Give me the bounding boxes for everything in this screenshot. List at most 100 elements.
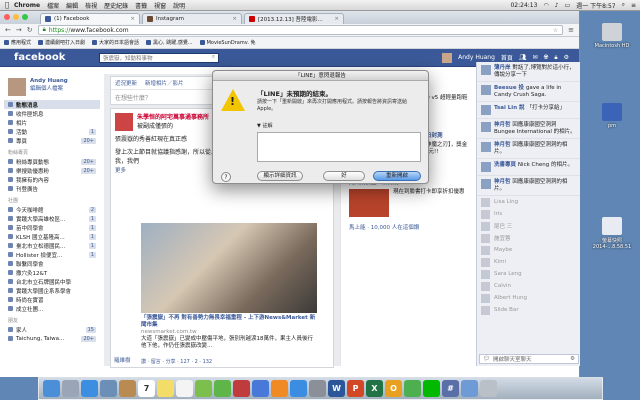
sidebar-item[interactable]: 時尚在實習 xyxy=(4,295,100,304)
sidebar-item[interactable]: 專頁 20+ xyxy=(4,136,100,145)
sidebar-item[interactable]: 今天咖啡館 2 xyxy=(4,205,100,214)
sidebar-item[interactable]: 活動 1 xyxy=(4,127,100,136)
tab-video[interactable]: [2013.12.13] 吾陸電影... × xyxy=(244,13,344,24)
sidebar-item[interactable]: 成立社團... xyxy=(4,304,100,313)
ticker-item[interactable]: 神月哲 回應康康國空洞洞的相片。 xyxy=(477,139,580,159)
chat-buddy[interactable]: Lisa Ling xyxy=(477,196,580,208)
menu-edit[interactable]: 編輯 xyxy=(66,1,78,10)
zoom-window-icon[interactable] xyxy=(22,14,28,20)
ticker-item[interactable]: Tsai Lin 說 「打卡分享給」 xyxy=(477,102,580,119)
bookmark-3[interactable]: 黑心, 跳躍,感覺... xyxy=(146,39,193,46)
sidebar-item[interactable]: 撒穴灸12&T xyxy=(4,268,100,277)
dock-calendar-icon[interactable]: 7 xyxy=(138,380,155,397)
tab-facebook[interactable]: (1) Facebook × xyxy=(40,13,140,24)
sidebar-item[interactable]: 我擁有的內容 xyxy=(4,175,100,184)
see-more-link[interactable]: 更多 xyxy=(115,168,126,174)
menu-history[interactable]: 歷史紀錄 xyxy=(104,1,128,10)
dock-preferences-icon[interactable] xyxy=(309,380,326,397)
wifi-icon[interactable]: ◠ xyxy=(543,2,548,9)
story-author[interactable]: 朱學恒的阿宅萬事通事務所 xyxy=(137,114,209,121)
menu-file[interactable]: 檔案 xyxy=(47,1,59,10)
desktop-icon-pm[interactable]: pm xyxy=(590,103,634,129)
spotlight-icon[interactable]: ⌕ xyxy=(622,1,625,9)
chat-buddy[interactable]: Slide Bar xyxy=(477,304,580,316)
ticker-item[interactable]: Beesue 投 gave a life in Candy Crush Saga… xyxy=(477,82,580,102)
sidebar-item[interactable]: 相片 xyxy=(4,118,100,127)
ok-button[interactable]: 好 xyxy=(323,171,365,181)
lock-icon[interactable]: 🔒︎ xyxy=(554,54,557,62)
story-actions[interactable]: 讚 · 留言 · 分享 · 127 · 2 · 132 xyxy=(141,358,212,365)
bookmark-apps[interactable]: 應用程式 xyxy=(4,39,31,46)
dock-messages-icon[interactable] xyxy=(195,380,212,397)
story-photo[interactable] xyxy=(141,223,317,313)
bookmark-2[interactable]: 大家的日本語會話 xyxy=(92,39,139,46)
sidebar-item[interactable]: 動態消息 xyxy=(4,100,100,109)
dock-safari-icon[interactable] xyxy=(81,380,98,397)
volume-icon[interactable]: ♪ xyxy=(555,2,559,9)
chat-buddy[interactable]: Iris xyxy=(477,208,580,220)
profile-picture[interactable] xyxy=(8,78,26,96)
sidebar-item[interactable]: 實踐大學國企系系學會 xyxy=(4,286,100,295)
dock-finder-icon[interactable] xyxy=(43,380,60,397)
sidebar-item[interactable]: 收件匣訊息 xyxy=(4,109,100,118)
likes-line[interactable]: 馬上能 · 10,000 人在這個讚 xyxy=(341,221,476,233)
dock-facetime-icon[interactable] xyxy=(214,380,231,397)
dock-contacts-icon[interactable] xyxy=(119,380,136,397)
dock-line-icon[interactable] xyxy=(423,380,440,397)
chat-buddy[interactable]: Kimi xyxy=(477,256,580,268)
ticker-item[interactable]: 神月哲 回應康康國空洞洞 Bungee International 的相片。 xyxy=(477,119,580,139)
minimize-window-icon[interactable] xyxy=(13,14,19,20)
chat-buddy[interactable]: Maybe xyxy=(477,244,580,256)
menu-help[interactable]: 說明 xyxy=(173,1,185,10)
facebook-logo[interactable]: facebook xyxy=(14,52,99,63)
back-icon[interactable]: ← xyxy=(5,26,11,34)
status-update-tab[interactable]: 近況更新 xyxy=(115,79,137,87)
home-link[interactable]: 首頁 xyxy=(501,53,513,62)
avatar[interactable] xyxy=(442,52,453,63)
chat-buddy[interactable]: Albert Hung xyxy=(477,292,580,304)
list-icon[interactable]: ≡ xyxy=(631,2,636,9)
notifications-icon[interactable]: 🌐︎ xyxy=(544,54,549,62)
sidebar-item[interactable]: 粉絲專頁動態 20+ xyxy=(4,157,100,166)
menu-window[interactable]: 視窗 xyxy=(154,1,166,10)
search-input[interactable]: 張震嶽，知動和事物 ⌕ xyxy=(99,52,219,63)
chat-buddy[interactable]: Calvin xyxy=(477,280,580,292)
dialog-title-bar[interactable]: 「LINE」意閃退報告 xyxy=(213,71,428,81)
reload-icon[interactable]: ↻ xyxy=(27,26,33,34)
help-icon[interactable]: ? xyxy=(221,172,231,182)
chat-buddy[interactable]: 施宜蓉 xyxy=(477,232,580,244)
add-photo-tab[interactable]: 新增相片／影片 xyxy=(145,79,184,87)
dock-photobooth-icon[interactable] xyxy=(233,380,250,397)
star-icon[interactable]: ☆ xyxy=(553,27,558,34)
sidebar-item[interactable]: 臺北市立松德國民... 1 xyxy=(4,241,100,250)
dock-powerpoint-icon[interactable]: P xyxy=(347,380,364,397)
sidebar-item[interactable]: 家人 15 xyxy=(4,325,100,334)
show-details-button[interactable]: 顯示詳細資訊 xyxy=(257,171,303,181)
tab-instagram[interactable]: Instagram × xyxy=(142,13,242,24)
menu-bookmarks[interactable]: 書籤 xyxy=(135,1,147,10)
dock-launchpad-icon[interactable] xyxy=(62,380,79,397)
desktop-icon-macintosh-hd[interactable]: Macintosh HD xyxy=(590,23,634,49)
dock-folder-icon[interactable] xyxy=(461,380,478,397)
dock-notes-icon[interactable] xyxy=(157,380,174,397)
search-icon[interactable]: ⌕ xyxy=(212,54,215,61)
close-window-icon[interactable] xyxy=(4,14,10,20)
menu-app-chrome[interactable]: Chrome xyxy=(14,2,40,9)
sidebar-item[interactable]: 苗中同學會 1 xyxy=(4,223,100,232)
ticker-item[interactable]: 洗書專頁 Nick Cheng 的相片。 xyxy=(477,159,580,176)
messages-icon[interactable]: ✉︎ xyxy=(533,54,538,61)
battery-icon[interactable]: ▭ xyxy=(565,2,571,9)
close-tab-icon[interactable]: × xyxy=(334,16,339,22)
bookmark-4[interactable]: MovieSunDramv. 免 xyxy=(199,39,256,46)
apple-icon[interactable]:  xyxy=(0,1,14,9)
link-caption[interactable]: 「張震嶽」不再 對有善勢力無畏幸福重程 - 上下游News&Market 新聞市… xyxy=(141,315,317,350)
comments-disclosure[interactable]: ▼ 註解 xyxy=(257,122,272,129)
chat-search-input[interactable]: 💬︎ 開啟聊天室聊天 ⚙︎ xyxy=(479,354,579,364)
chat-buddy[interactable]: 尾巴 三 xyxy=(477,220,580,232)
menu-view[interactable]: 檢視 xyxy=(85,1,97,10)
sidebar-item[interactable]: 實踐大學高雄校區... 1 xyxy=(4,214,100,223)
ticker-item[interactable]: 薄丹岸 對話了,博覽對於這小行，傳說分享一下 xyxy=(477,62,580,82)
sidebar-item[interactable]: 刊登廣告 xyxy=(4,184,100,193)
dock-excel-icon[interactable]: X xyxy=(366,380,383,397)
sidebar-item[interactable]: Taichung, Taiwa... 20+ xyxy=(4,334,100,343)
